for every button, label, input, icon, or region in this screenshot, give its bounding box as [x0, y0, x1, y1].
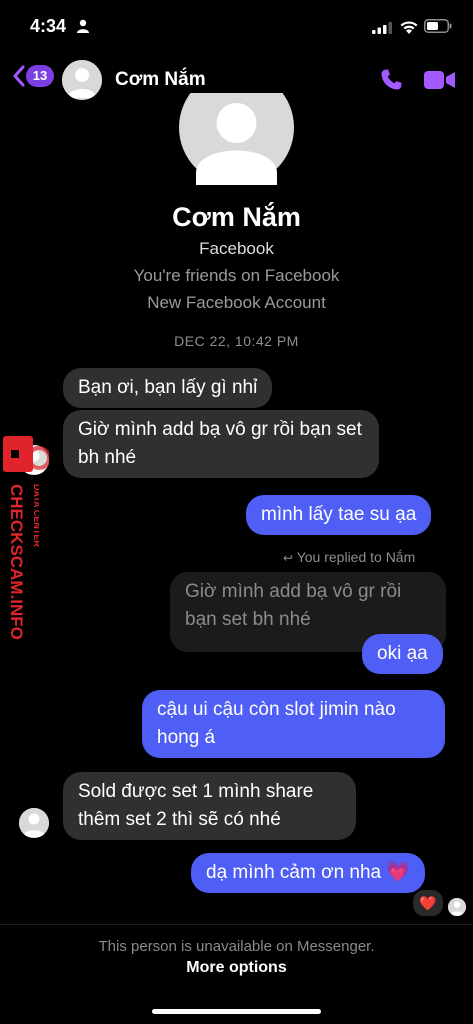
checkscam-logo — [3, 436, 49, 472]
video-call-icon[interactable] — [424, 68, 456, 92]
message-bubble-outgoing[interactable]: cậu ui cậu còn slot jimin nào hong á — [142, 690, 445, 758]
battery-icon — [424, 19, 452, 33]
profile-source: Facebook — [199, 239, 274, 258]
message-bubble-incoming[interactable]: Sold được set 1 mình share thêm set 2 th… — [63, 772, 356, 840]
message-bubble-outgoing[interactable]: mình lấy tae su ạa — [246, 495, 432, 535]
chevron-left-icon — [13, 65, 25, 87]
default-avatar-icon — [179, 93, 294, 185]
checkscam-watermark: CHECKSCAM.INFO DATA CENTER — [7, 484, 39, 640]
contact-avatar-small[interactable] — [19, 808, 49, 838]
heart-reaction[interactable]: ❤️ — [411, 888, 445, 918]
home-indicator[interactable] — [152, 1009, 321, 1014]
default-avatar-icon — [448, 898, 466, 916]
message-timestamp: DEC 22, 10:42 PM — [174, 333, 299, 349]
reply-arrow-icon: ↩ — [283, 551, 294, 565]
seen-indicator-avatar — [448, 898, 466, 916]
contact-name[interactable]: Cơm Nắm — [115, 69, 206, 91]
svg-text:DATA CENTER: DATA CENTER — [32, 484, 39, 547]
reply-note-text: You replied to Nắm — [296, 549, 416, 565]
back-button[interactable]: 13 — [12, 64, 54, 88]
contact-avatar[interactable] — [62, 60, 102, 100]
message-bubble-outgoing[interactable]: dạ mình cảm ơn nha 💗 — [191, 853, 426, 893]
status-time: 4:34 — [30, 16, 67, 36]
person-icon — [77, 19, 89, 33]
wifi-icon — [400, 21, 418, 34]
message-bubble-incoming[interactable]: Bạn ơi, bạn lấy gì nhỉ — [63, 368, 273, 408]
more-options-button[interactable]: More options — [0, 959, 473, 977]
phone-call-icon[interactable] — [378, 67, 404, 93]
default-avatar-icon — [62, 60, 102, 100]
account-status: New Facebook Account — [147, 293, 326, 312]
friends-status: You're friends on Facebook — [133, 266, 340, 285]
unread-count-badge: 13 — [26, 65, 54, 87]
profile-name: Cơm Nắm — [172, 202, 301, 232]
default-avatar-icon — [19, 808, 49, 838]
reply-note: ↩ You replied to Nắm — [283, 549, 415, 565]
unavailable-notice: This person is unavailable on Messenger. — [98, 938, 375, 955]
profile-avatar[interactable] — [179, 93, 294, 185]
cellular-signal-icon — [372, 22, 392, 34]
message-bubble-outgoing[interactable]: oki ạa — [362, 634, 443, 674]
svg-text:CHECKSCAM.INFO: CHECKSCAM.INFO — [7, 484, 26, 640]
footer-divider — [0, 924, 473, 925]
message-bubble-incoming[interactable]: Giờ mình add bạ vô gr rồi bạn set bh nhé — [63, 410, 379, 478]
